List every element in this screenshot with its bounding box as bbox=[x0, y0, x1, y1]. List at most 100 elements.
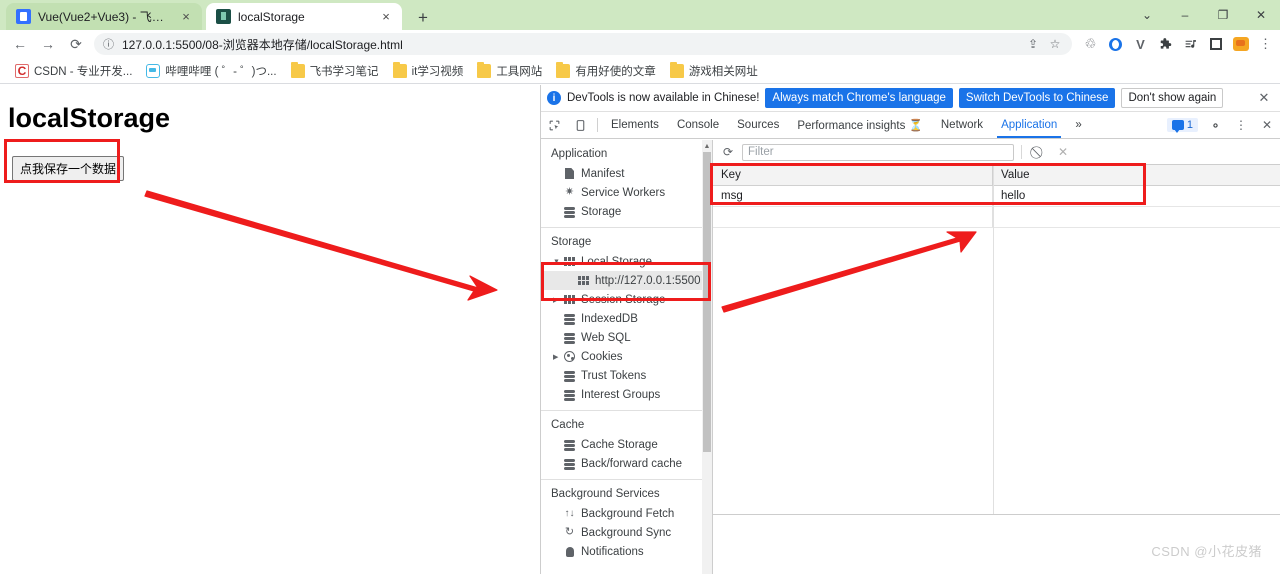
new-tab-button[interactable]: + bbox=[412, 6, 434, 28]
sidebar-item-trust-tokens[interactable]: Trust Tokens bbox=[541, 366, 702, 385]
devtools-tab-bar: Elements Console Sources Performance ins… bbox=[541, 112, 1280, 139]
sidebar-item-background-sync[interactable]: ↻ Background Sync bbox=[541, 523, 702, 542]
dont-show-again-button[interactable]: Don't show again bbox=[1121, 87, 1224, 109]
profile-avatar-icon[interactable] bbox=[1228, 31, 1253, 57]
close-icon[interactable]: × bbox=[178, 9, 194, 25]
side-panel-icon[interactable] bbox=[1203, 31, 1228, 57]
sidebar-section-cache: Cache bbox=[551, 419, 585, 431]
table-row-empty[interactable] bbox=[713, 207, 1280, 228]
updown-arrows-icon: ↑↓ bbox=[564, 507, 575, 519]
storage-table: Key Value msg hello bbox=[713, 165, 1280, 574]
sidebar-item-cache-storage[interactable]: Cache Storage bbox=[541, 435, 702, 454]
key-value-table: Key Value msg hello bbox=[713, 165, 1280, 228]
forward-icon[interactable]: → bbox=[34, 30, 62, 58]
chevron-right-icon[interactable]: ▶ bbox=[553, 353, 561, 361]
scroll-up-icon[interactable]: ▲ bbox=[702, 140, 712, 152]
bookmark-item[interactable]: 工具网站 bbox=[470, 60, 549, 82]
table-row[interactable]: msg hello bbox=[713, 186, 1280, 207]
browser-tab-vue-doc[interactable]: Vue(Vue2+Vue3) - 飞书云文档 × bbox=[6, 3, 202, 30]
browser-assistant-icon[interactable] bbox=[1103, 31, 1128, 57]
issues-badge[interactable]: 1 bbox=[1166, 118, 1198, 133]
close-icon[interactable]: × bbox=[378, 9, 394, 25]
gear-icon[interactable] bbox=[1202, 119, 1228, 132]
bookmark-star-icon[interactable]: ☆ bbox=[1044, 34, 1066, 54]
bookmark-item[interactable]: 飞书学习笔记 bbox=[284, 60, 386, 82]
recycle-icon[interactable]: ♲ bbox=[1078, 31, 1103, 57]
devtools-close-icon[interactable]: ✕ bbox=[1254, 118, 1280, 132]
address-bar[interactable]: ⓘ 127.0.0.1:5500/08-浏览器本地存储/localStorage… bbox=[94, 33, 1072, 55]
sidebar-item-background-fetch[interactable]: ↑↓ Background Fetch bbox=[541, 504, 702, 523]
sidebar-item-local-storage-origin[interactable]: http://127.0.0.1:5500 bbox=[541, 271, 702, 290]
close-icon[interactable]: ✕ bbox=[1242, 0, 1280, 30]
sidebar-item-storage[interactable]: Storage bbox=[541, 202, 702, 221]
folder-icon bbox=[669, 61, 684, 78]
site-info-icon[interactable]: ⓘ bbox=[100, 36, 117, 53]
sidebar-item-manifest[interactable]: Manifest bbox=[541, 164, 702, 183]
bookmark-item[interactable]: it学习视频 bbox=[386, 60, 471, 82]
chevron-down-icon[interactable]: ▼ bbox=[553, 258, 561, 265]
bookmark-item[interactable]: 有用好使的文章 bbox=[549, 60, 663, 82]
device-toolbar-icon[interactable] bbox=[567, 112, 593, 138]
bookmark-item[interactable]: C CSDN - 专业开发... bbox=[8, 60, 139, 82]
bookmark-item[interactable]: 游戏相关网址 bbox=[663, 60, 765, 82]
refresh-icon[interactable]: ⟳ bbox=[718, 142, 738, 162]
media-list-icon[interactable] bbox=[1178, 31, 1203, 57]
scrollbar-thumb[interactable] bbox=[703, 152, 711, 452]
save-data-button[interactable]: 点我保存一个数据 bbox=[12, 156, 125, 181]
always-match-language-button[interactable]: Always match Chrome's language bbox=[765, 87, 953, 109]
tab-console[interactable]: Console bbox=[668, 112, 728, 138]
minimize-icon[interactable]: – bbox=[1166, 0, 1204, 30]
tab-network[interactable]: Network bbox=[932, 112, 992, 138]
chrome-menu-icon[interactable]: ⋮ bbox=[1253, 31, 1278, 57]
cell-value-empty[interactable] bbox=[993, 207, 1280, 227]
tab-performance-insights[interactable]: Performance insights ⏳ bbox=[788, 112, 932, 138]
sidebar-scrollbar[interactable]: ▲ bbox=[702, 140, 712, 574]
cell-key[interactable]: msg bbox=[713, 186, 993, 206]
delete-selected-icon[interactable]: ✕ bbox=[1053, 142, 1073, 162]
sidebar-item-label: Interest Groups bbox=[581, 388, 661, 401]
sidebar-item-cookies[interactable]: ▶ Cookies bbox=[541, 347, 702, 366]
tab-search-chevron-icon[interactable]: ⌄ bbox=[1128, 0, 1166, 30]
cell-key-empty[interactable] bbox=[713, 207, 993, 227]
back-icon[interactable]: ← bbox=[6, 30, 34, 58]
maximize-icon[interactable]: ❐ bbox=[1204, 0, 1242, 30]
divider bbox=[1021, 145, 1022, 159]
database-icon bbox=[563, 206, 576, 218]
database-icon bbox=[563, 439, 576, 451]
sidebar-item-notifications[interactable]: Notifications bbox=[541, 542, 702, 561]
bookmark-item[interactable]: 哔哩哔哩 ( ゜- ゜)つ... bbox=[139, 60, 283, 82]
close-icon[interactable]: ✕ bbox=[1254, 88, 1274, 108]
filter-input[interactable]: Filter bbox=[742, 143, 1014, 161]
cell-value[interactable]: hello bbox=[993, 186, 1280, 206]
sidebar-item-session-storage[interactable]: ▶ Session Storage bbox=[541, 290, 702, 309]
sidebar-item-back-forward-cache[interactable]: Back/forward cache bbox=[541, 454, 702, 473]
browser-tab-localstorage[interactable]: localStorage × bbox=[206, 3, 402, 30]
extensions-puzzle-icon[interactable] bbox=[1153, 31, 1178, 57]
column-header-value[interactable]: Value bbox=[993, 165, 1280, 185]
tab-sources[interactable]: Sources bbox=[728, 112, 788, 138]
sidebar-item-interest-groups[interactable]: Interest Groups bbox=[541, 385, 702, 404]
devtools-menu-icon[interactable]: ⋮ bbox=[1228, 118, 1254, 132]
switch-devtools-to-chinese-button[interactable]: Switch DevTools to Chinese bbox=[958, 87, 1116, 109]
inspect-element-icon[interactable] bbox=[541, 112, 567, 138]
share-icon[interactable]: ⇪ bbox=[1022, 34, 1044, 54]
tab-application[interactable]: Application bbox=[992, 112, 1066, 138]
column-header-key[interactable]: Key bbox=[713, 165, 993, 185]
sidebar-scroll-area: Application Manifest ✷ Service Workers S… bbox=[541, 140, 702, 574]
folder-icon bbox=[556, 61, 571, 78]
sidebar-item-local-storage[interactable]: ▼ Local Storage bbox=[541, 252, 702, 271]
reload-icon[interactable]: ⟳ bbox=[62, 30, 90, 58]
sidebar-item-service-workers[interactable]: ✷ Service Workers bbox=[541, 183, 702, 202]
bookmark-label: 哔哩哔哩 ( ゜- ゜)つ... bbox=[165, 65, 277, 78]
sidebar-item-label: Background Sync bbox=[581, 526, 672, 539]
clear-all-icon[interactable]: ⃠ bbox=[1029, 142, 1049, 162]
v-extension-icon[interactable]: V bbox=[1128, 31, 1153, 57]
chevron-right-icon[interactable]: ▶ bbox=[553, 296, 561, 304]
sidebar-item-indexeddb[interactable]: IndexedDB bbox=[541, 309, 702, 328]
vue-doc-icon bbox=[16, 9, 31, 24]
tab-elements[interactable]: Elements bbox=[602, 112, 668, 138]
bookmark-label: 工具网站 bbox=[496, 65, 543, 78]
sidebar-item-web-sql[interactable]: Web SQL bbox=[541, 328, 702, 347]
column-resizer[interactable] bbox=[993, 165, 994, 574]
more-tabs-icon[interactable]: » bbox=[1066, 112, 1090, 138]
